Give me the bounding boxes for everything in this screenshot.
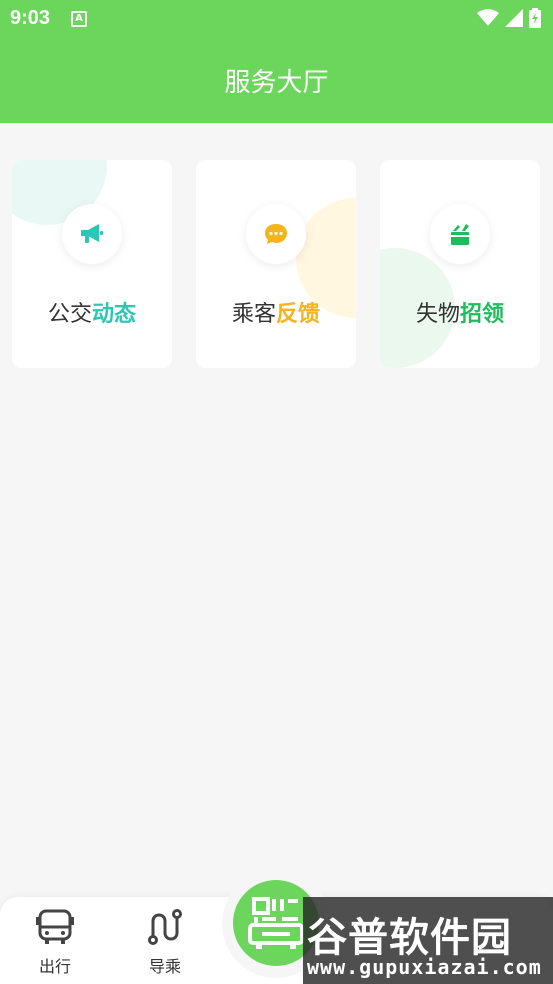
signal-icon — [505, 9, 523, 27]
bus-icon — [36, 909, 74, 944]
status-bar: 9:03 A — [0, 0, 553, 38]
watermark-url: www.gupuxiazai.com — [307, 955, 542, 979]
service-cards: 公交动态 乘客反馈 失物招领 — [12, 160, 541, 368]
passenger-feedback-label: 乘客反馈 — [231, 302, 321, 327]
bus-news-label: 公交动态 — [47, 302, 137, 327]
tab-guide[interactable]: 导乘 — [125, 909, 205, 977]
passenger-feedback-card[interactable]: 乘客反馈 — [196, 160, 356, 368]
tab-trip-label: 出行 — [38, 957, 71, 976]
battery-icon — [529, 8, 541, 28]
notification-a-icon: A — [71, 11, 87, 27]
status-time: 9:03 — [10, 7, 51, 29]
page-title: 服务大厅 — [224, 68, 329, 98]
system-icons — [477, 8, 541, 28]
watermark-overlay: 谷普软件园 www.gupuxiazai.com — [303, 897, 553, 984]
megaphone-icon — [62, 204, 122, 264]
lost-and-found-label: 失物招领 — [415, 302, 505, 327]
app-header: 服务大厅 — [0, 38, 553, 123]
lost-box-icon — [430, 204, 490, 264]
lost-and-found-card[interactable]: 失物招领 — [380, 160, 540, 368]
tab-guide-label: 导乘 — [148, 957, 181, 976]
chat-bubble-icon — [246, 204, 306, 264]
wifi-icon — [477, 9, 499, 26]
qr-bus-icon — [248, 897, 304, 949]
tab-trip[interactable]: 出行 — [15, 909, 95, 977]
route-icon — [148, 909, 182, 945]
bus-news-card[interactable]: 公交动态 — [12, 160, 172, 368]
